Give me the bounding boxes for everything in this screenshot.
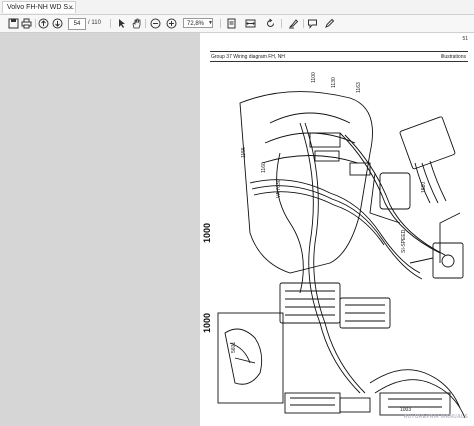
fit-page-icon[interactable]	[226, 18, 237, 29]
hand-tool-icon[interactable]	[131, 18, 142, 29]
svg-text:1130: 1130	[331, 77, 337, 88]
page-number-input[interactable]: 54	[68, 18, 86, 30]
select-cursor-icon[interactable]	[116, 18, 127, 29]
tab-title: Volvo FH-NH WD S...	[7, 4, 74, 11]
callout-label: SI-SPEED	[401, 229, 407, 253]
pdf-page: 51 Group 37 Wiring diagram FH, NH Illust…	[200, 33, 474, 426]
fit-width-icon[interactable]	[245, 18, 256, 29]
page-header-title: Group 37 Wiring diagram FH, NH	[211, 54, 285, 60]
svg-text:5601: 5601	[231, 342, 237, 353]
svg-text:VA 7030: VA 7030	[276, 179, 282, 198]
page-number: 51	[462, 36, 468, 42]
comment-icon[interactable]	[307, 18, 318, 29]
wiring-diagram: 1100 1130 1163 1155 1160 VA 7030 1520 SI…	[217, 72, 466, 419]
svg-text:1163: 1163	[356, 82, 362, 93]
chevron-down-icon[interactable]: ▼	[208, 20, 213, 26]
side-code-lower: 1000	[202, 312, 212, 333]
close-icon[interactable]: ×	[68, 2, 73, 14]
save-icon[interactable]	[8, 18, 19, 29]
svg-text:1003: 1003	[400, 407, 411, 413]
watermark: AUTOREPAIR MANUALS	[403, 414, 468, 420]
svg-text:1155: 1155	[241, 147, 247, 158]
rotate-icon[interactable]	[265, 18, 276, 29]
document-tab[interactable]: Volvo FH-NH WD S... ×	[2, 1, 76, 13]
svg-text:1100: 1100	[311, 72, 317, 83]
highlight-icon[interactable]	[288, 18, 299, 29]
pen-icon[interactable]	[324, 18, 335, 29]
previous-page-icon[interactable]	[38, 18, 49, 29]
print-icon[interactable]	[21, 18, 32, 29]
page-count: / 110	[88, 20, 101, 26]
page-header-section: Illustrations	[440, 54, 466, 60]
next-page-icon[interactable]	[52, 18, 63, 29]
toolbar: 54 / 110 72,8% ▼	[0, 15, 474, 33]
zoom-out-icon[interactable]	[150, 18, 161, 29]
zoom-in-icon[interactable]	[166, 18, 177, 29]
tab-bar: Volvo FH-NH WD S... ×	[0, 0, 474, 15]
svg-text:1160: 1160	[261, 162, 267, 173]
svg-text:1520: 1520	[421, 182, 427, 193]
